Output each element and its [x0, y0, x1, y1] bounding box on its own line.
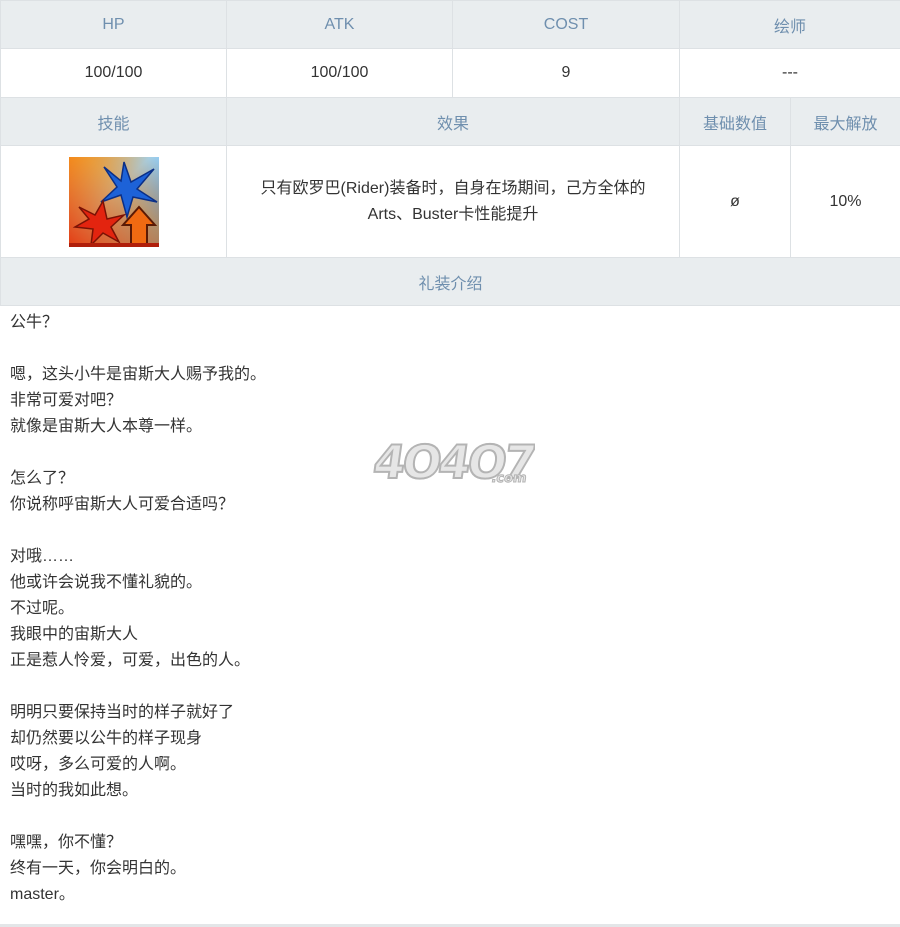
skill-max-value: 10% — [789, 145, 900, 258]
skill-icon-cell — [0, 145, 227, 258]
skill-row: 只有欧罗巴(Rider)装备时，自身在场期间，己方全体的Arts、Buster卡… — [0, 145, 900, 258]
header-atk: ATK — [226, 0, 453, 49]
intro-line: 我眼中的宙斯大人 — [10, 626, 139, 643]
craft-essence-table: HP ATK COST 绘师 100/100 100/100 9 --- 技能 … — [0, 0, 900, 306]
intro-text: 公牛？ 嗯，这头小牛是宙斯大人赐予我的。 非常可爱对吧？ 就像是宙斯大人本尊一样。 怎么… — [0, 306, 900, 908]
arts-buster-up-skill-icon — [68, 156, 159, 247]
stats-header-row: HP ATK COST 绘师 — [0, 0, 900, 49]
header-skill: 技能 — [0, 97, 227, 146]
intro-line: 非常可爱对吧？ — [10, 392, 123, 409]
intro-line: 明明只要保持当时的样子就好了 — [10, 704, 235, 721]
intro-line: 嗯，这头小牛是宙斯大人赐予我的。 — [10, 366, 267, 383]
svg-text:.com: .com — [490, 471, 527, 486]
intro-blank-line — [10, 336, 890, 362]
header-hp: HP — [0, 0, 227, 49]
skill-header-row: 技能 效果 基础数值 最大解放 — [0, 97, 900, 146]
hp-value: 100/100 — [0, 48, 227, 98]
intro-header-row: 礼装介绍 — [0, 257, 900, 306]
header-base-value: 基础数值 — [679, 97, 791, 146]
illustrator-value: --- — [678, 48, 900, 98]
intro-title: 礼装介绍 — [0, 257, 900, 306]
intro-line: 公牛？ — [10, 314, 59, 331]
intro-line: 他或许会说我不懂礼貌的。 — [10, 574, 203, 591]
intro-line: 正是惹人怜爱，可爱，出色的人。 — [10, 652, 251, 669]
atk-value: 100/100 — [226, 48, 453, 98]
intro-line: 却仍然要以公牛的样子现身 — [10, 730, 203, 747]
intro-line: 不过呢。 — [10, 600, 75, 617]
intro-line: 哎呀，多么可爱的人啊。 — [10, 756, 187, 773]
intro-line: 当时的我如此想。 — [10, 782, 139, 799]
stats-value-row: 100/100 100/100 9 --- — [0, 48, 900, 98]
header-effect: 效果 — [226, 97, 680, 146]
intro-blank-line — [10, 674, 890, 700]
intro-blank-line — [10, 518, 890, 544]
intro-line: 终有一天，你会明白的。 — [10, 860, 187, 877]
intro-line: 你说称呼宙斯大人可爱合适吗？ — [10, 496, 235, 513]
intro-line: 嘿嘿，你不懂？ — [10, 834, 123, 851]
header-max-value: 最大解放 — [789, 97, 900, 146]
header-cost: COST — [452, 0, 680, 49]
header-illustrator: 绘师 — [678, 0, 900, 49]
cost-value: 9 — [452, 48, 680, 98]
watermark-logo: 4O4O7 .com — [370, 434, 535, 490]
intro-line: 对哦…… — [10, 548, 75, 565]
intro-blank-line — [10, 804, 890, 830]
skill-base-value: ø — [679, 145, 791, 258]
intro-line: master。 — [10, 886, 75, 903]
skill-effect: 只有欧罗巴(Rider)装备时，自身在场期间，己方全体的Arts、Buster卡… — [226, 145, 680, 258]
